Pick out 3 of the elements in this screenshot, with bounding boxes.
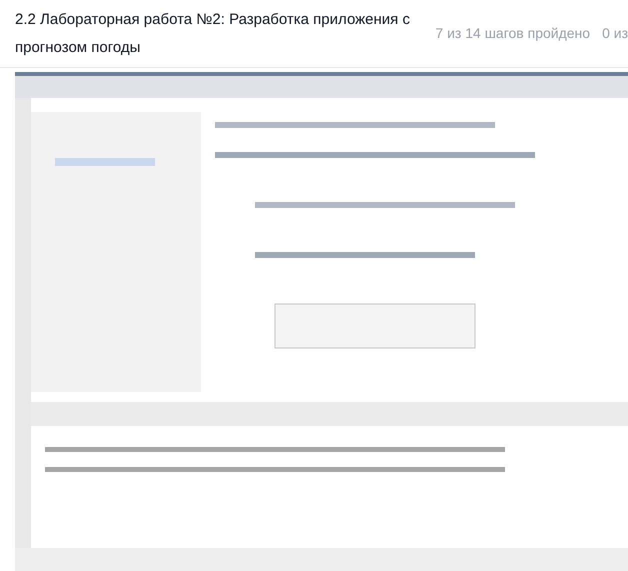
progress-text: 7 из 14 шагов пройдено — [435, 24, 590, 43]
lesson-title: 2.2 Лабораторная работа №2: Разработка приложения с прогнозом погоды — [15, 10, 411, 58]
progress-text: 0 из — [602, 24, 628, 43]
